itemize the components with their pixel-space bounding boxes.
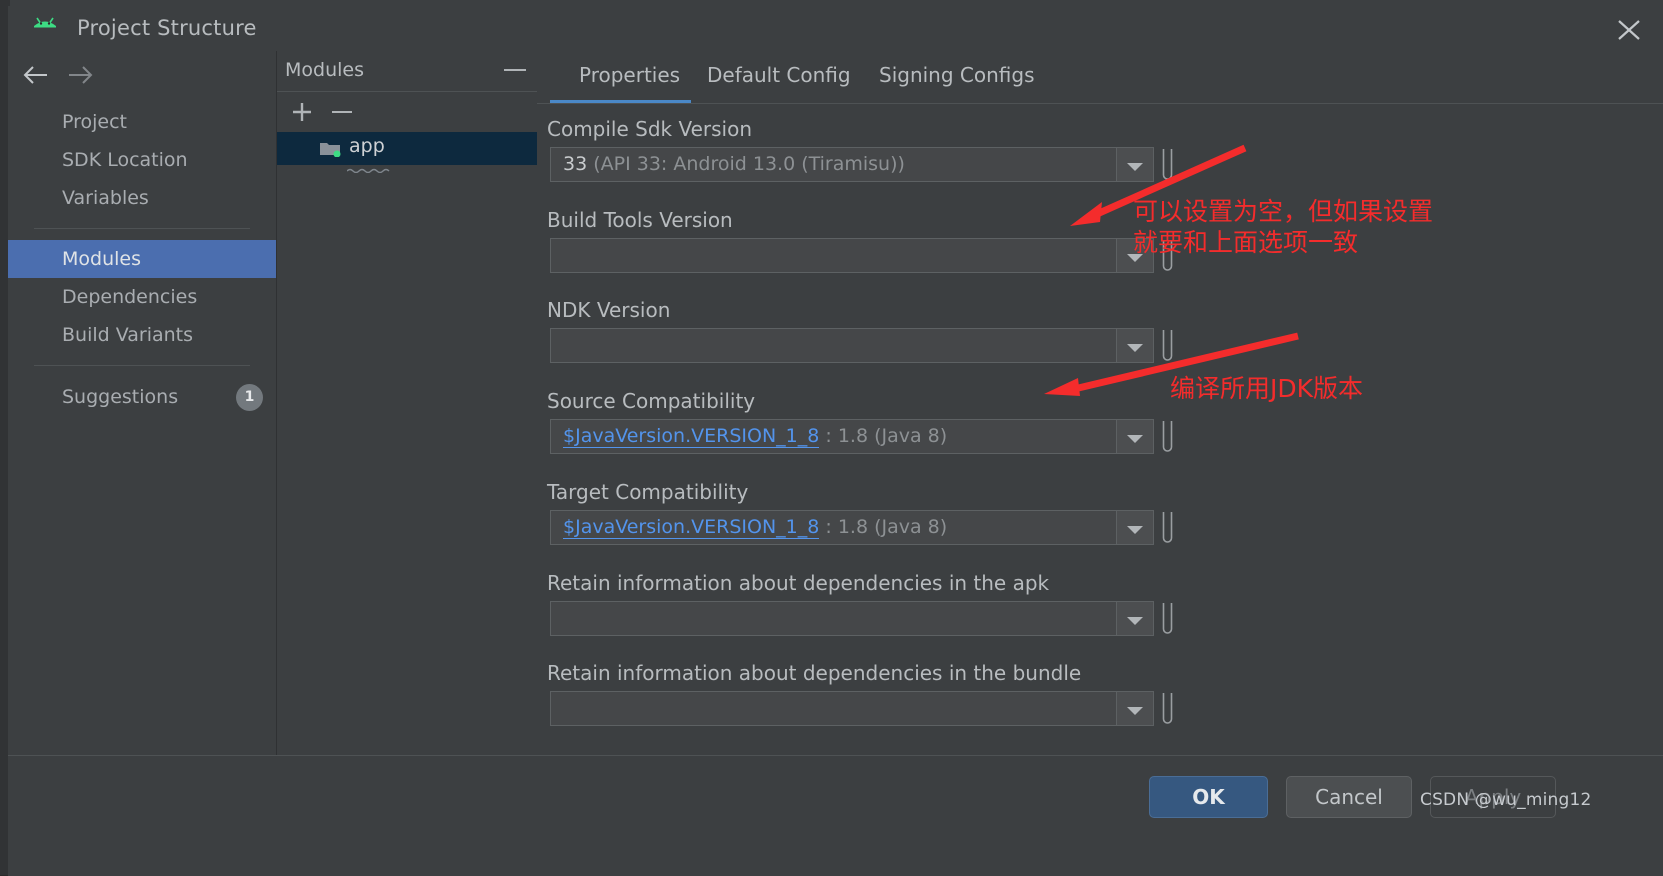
minus-icon[interactable] (332, 111, 352, 113)
nav-items-list: Project SDK Location Variables Modules D… (8, 103, 276, 417)
combobox-input[interactable]: $JavaVersion.VERSION_1_8 : 1.8 (Java 8) (550, 419, 1117, 454)
modules-toolbar (277, 91, 538, 133)
module-folder-icon (319, 140, 341, 158)
build-tools-version-combobox[interactable] (550, 238, 1154, 275)
nav-divider-1 (34, 228, 250, 229)
field-label: Source Compatibility (547, 389, 756, 413)
sidebar-item-modules[interactable]: Modules (8, 240, 276, 278)
left-navigation: Project SDK Location Variables Modules D… (8, 51, 276, 755)
variable-binding-icon[interactable] (1162, 602, 1173, 635)
modules-panel-title: Modules (285, 59, 364, 81)
field-label: Target Compatibility (547, 480, 749, 504)
dialog-titlebar: Project Structure (8, 6, 1663, 51)
field-label: NDK Version (547, 298, 671, 322)
value-dim: : 1.8 (Java 8) (819, 425, 948, 447)
modules-panel: Modules app (276, 51, 539, 755)
combobox-input[interactable] (550, 691, 1117, 726)
combobox-input[interactable] (550, 601, 1117, 636)
spellcheck-squiggle-icon (346, 158, 395, 174)
combobox-input[interactable] (550, 238, 1117, 273)
chevron-down-icon[interactable] (1117, 601, 1154, 636)
chevron-down-icon[interactable] (1117, 691, 1154, 726)
annotation-line-1: 编译所用JDK版本 (1170, 374, 1364, 403)
compile-sdk-version-combobox[interactable]: 33 (API 33: Android 13.0 (Tiramisu)) (550, 147, 1154, 184)
close-icon[interactable] (1613, 14, 1645, 44)
field-label: Retain information about dependencies in… (547, 571, 1050, 595)
cancel-button[interactable]: Cancel (1286, 776, 1412, 818)
value-variable-link[interactable]: $JavaVersion.VERSION_1_8 (563, 516, 820, 539)
annotation-text-2: 编译所用JDK版本 (1170, 373, 1363, 404)
field-label: Retain information about dependencies in… (547, 661, 1082, 685)
sidebar-item-dependencies[interactable]: Dependencies (8, 278, 276, 316)
variable-binding-icon[interactable] (1162, 329, 1173, 362)
screen: Project Structure Project SDK Location V… (0, 0, 1663, 876)
combobox-value: $JavaVersion.VERSION_1_8 : 1.8 (Java 8) (563, 516, 948, 539)
chevron-down-icon[interactable] (1117, 419, 1154, 454)
dialog-footer: OK Cancel Apply (8, 755, 1663, 876)
variable-binding-icon[interactable] (1162, 148, 1173, 181)
chevron-down-icon[interactable] (1117, 328, 1154, 363)
sidebar-item-sdk-location[interactable]: SDK Location (8, 141, 276, 179)
annotation-line-2: 就要和上面选项一致 (1133, 228, 1359, 257)
watermark: CSDN @wu_ming12 (1420, 790, 1592, 810)
minimize-icon[interactable] (504, 69, 526, 71)
main-panel: Properties Default Config Signing Config… (537, 51, 1663, 755)
variable-binding-icon[interactable] (1162, 420, 1173, 453)
combobox-value: 33 (API 33: Android 13.0 (Tiramisu)) (563, 153, 905, 175)
tab-bar: Properties Default Config Signing Config… (537, 51, 1663, 104)
sidebar-item-variables[interactable]: Variables (8, 179, 276, 217)
annotation-line-1: 可以设置为空，但如果设置 (1133, 197, 1434, 226)
sidebar-item-project[interactable]: Project (8, 103, 276, 141)
value-dim: : 1.8 (Java 8) (819, 516, 948, 538)
nav-history-buttons (8, 51, 276, 103)
module-name: app (349, 135, 385, 157)
target-compatibility-combobox[interactable]: $JavaVersion.VERSION_1_8 : 1.8 (Java 8) (550, 510, 1154, 547)
combobox-input[interactable]: $JavaVersion.VERSION_1_8 : 1.8 (Java 8) (550, 510, 1117, 545)
modules-panel-header: Modules (277, 51, 538, 91)
value-dim: (API 33: Android 13.0 (Tiramisu)) (587, 153, 905, 175)
retain-apk-combobox[interactable] (550, 601, 1154, 638)
value-strong: 33 (563, 153, 588, 175)
chevron-down-icon[interactable] (1117, 510, 1154, 545)
combobox-input[interactable] (550, 328, 1117, 363)
tab-default-config[interactable]: Default Config (707, 63, 851, 87)
properties-form: Compile Sdk Version 33 (API 33: Android … (537, 104, 1663, 755)
dialog-title: Project Structure (77, 16, 257, 40)
tab-properties[interactable]: Properties (579, 63, 680, 87)
source-compatibility-combobox[interactable]: $JavaVersion.VERSION_1_8 : 1.8 (Java 8) (550, 419, 1154, 456)
suggestions-label: Suggestions (62, 386, 179, 408)
annotation-text-1: 可以设置为空，但如果设置 就要和上面选项一致 (1133, 196, 1433, 258)
combobox-value: $JavaVersion.VERSION_1_8 : 1.8 (Java 8) (563, 425, 948, 448)
tab-signing-configs[interactable]: Signing Configs (879, 63, 1035, 87)
sidebar-item-suggestions[interactable]: Suggestions 1 (8, 377, 276, 417)
value-variable-link[interactable]: $JavaVersion.VERSION_1_8 (563, 425, 820, 448)
ok-button[interactable]: OK (1149, 776, 1268, 818)
plus-icon[interactable] (290, 100, 314, 124)
android-robot-icon (30, 17, 60, 39)
field-label: Build Tools Version (547, 208, 733, 232)
arrow-right-icon[interactable] (65, 62, 95, 88)
suggestions-badge: 1 (236, 384, 263, 411)
chevron-down-icon[interactable] (1117, 147, 1154, 182)
field-label: Compile Sdk Version (547, 117, 753, 141)
table-row[interactable]: app (277, 132, 538, 174)
ndk-version-combobox[interactable] (550, 328, 1154, 365)
variable-binding-icon[interactable] (1162, 511, 1173, 544)
variable-binding-icon[interactable] (1162, 692, 1173, 725)
nav-divider-2 (34, 365, 250, 366)
combobox-input[interactable]: 33 (API 33: Android 13.0 (Tiramisu)) (550, 147, 1117, 182)
retain-bundle-combobox[interactable] (550, 691, 1154, 728)
sidebar-item-build-variants[interactable]: Build Variants (8, 316, 276, 354)
arrow-left-icon[interactable] (21, 62, 51, 88)
project-structure-dialog: Project Structure Project SDK Location V… (8, 6, 1663, 876)
